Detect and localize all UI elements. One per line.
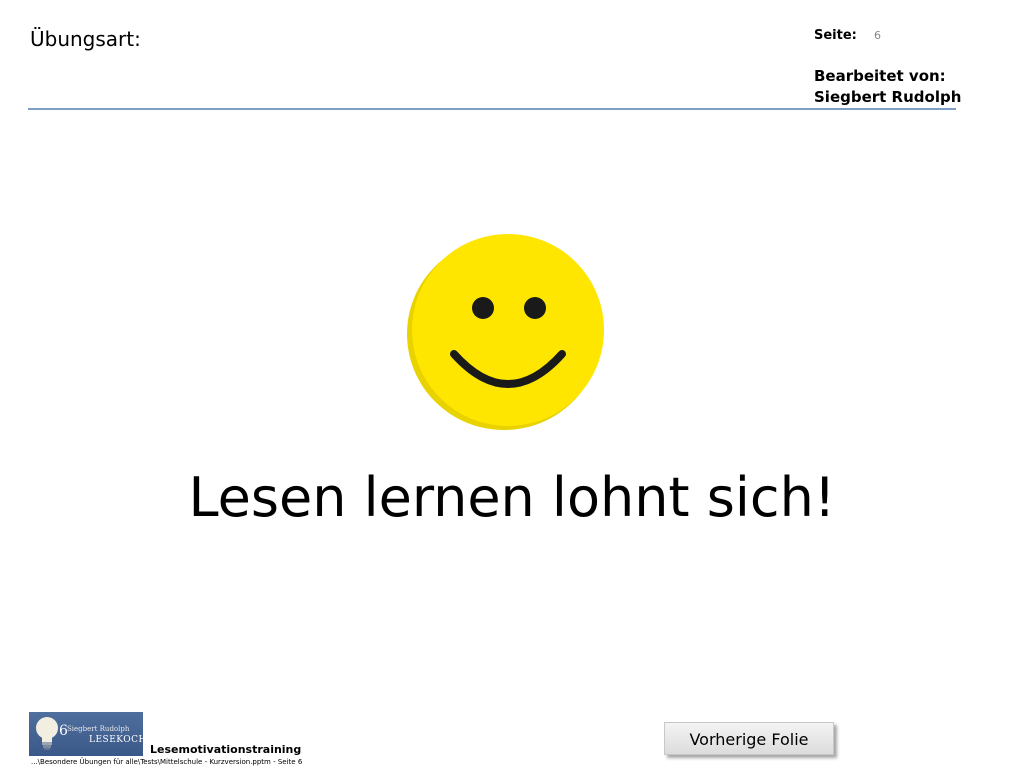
smiley-face-icon	[407, 234, 604, 430]
logo-author-name: Siegbert Rudolph	[67, 725, 130, 733]
lesekoch-logo: 6 Siegbert Rudolph LESEKOCH	[29, 712, 143, 756]
headline: Lesen lernen lohnt sich!	[188, 466, 836, 529]
edited-by-block: Bearbeitet von: Siegbert Rudolph	[814, 66, 961, 108]
page-number: 6	[874, 29, 881, 42]
logo-wordmark: LESEKOCH	[89, 735, 143, 745]
header-divider	[28, 108, 956, 110]
lightbulb-icon	[36, 717, 58, 750]
file-path: ...\Besondere Übungen für alle\Tests\Mit…	[31, 758, 303, 766]
author-name: Siegbert Rudolph	[814, 88, 962, 106]
course-title: Lesemotivationstraining	[150, 743, 302, 756]
edited-by-label: Bearbeitet von:	[814, 67, 946, 85]
exercise-type-label: Übungsart:	[30, 27, 141, 51]
page-label: Seite:	[814, 28, 857, 43]
slide: Übungsart: Seite: 6 Bearbeitet von: Sieg…	[0, 0, 1024, 768]
previous-slide-button[interactable]: Vorherige Folie	[664, 722, 834, 755]
